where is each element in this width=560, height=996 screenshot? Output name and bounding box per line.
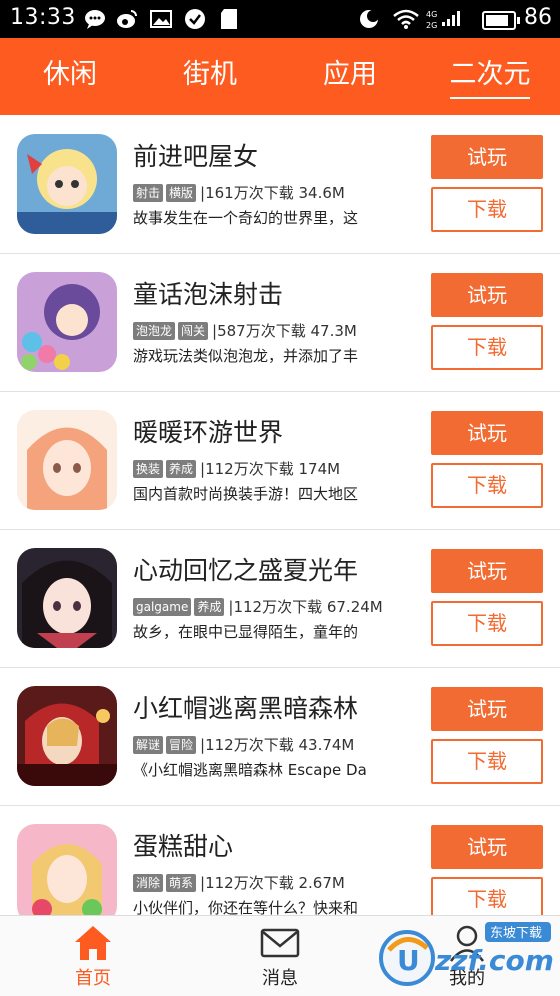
home-icon <box>75 926 111 960</box>
app-row[interactable]: 童话泡沫射击 泡泡龙 闯关 | 587万次下载 47.3M 游戏玩法类似泡泡龙，… <box>0 253 560 392</box>
app-meta: 换装 养成 | 112万次下载 174M <box>133 458 340 479</box>
status-time: 13:33 <box>10 5 76 30</box>
app-description: 《小红帽逃离黑暗森林 Escape Da <box>133 761 367 779</box>
nav-messages[interactable]: 消息 <box>187 916 373 996</box>
weibo-icon <box>117 10 137 28</box>
app-meta: 消除 萌系 | 112万次下载 2.67M <box>133 872 345 893</box>
app-tag: 射击 <box>133 183 164 202</box>
download-button[interactable]: 下载 <box>431 877 543 915</box>
app-meta: 泡泡龙 闯关 | 587万次下载 47.3M <box>133 320 357 341</box>
svg-text:U: U <box>397 944 420 977</box>
app-icon[interactable] <box>17 548 117 648</box>
app-tag: 养成 <box>194 597 225 616</box>
battery-icon <box>482 11 520 30</box>
app-title[interactable]: 心动回忆之盛夏光年 <box>133 551 358 587</box>
svg-text:东坡下载: 东坡下载 <box>490 926 542 941</box>
app-tag: 闯关 <box>178 321 209 340</box>
app-row[interactable]: 蛋糕甜心 消除 萌系 | 112万次下载 2.67M 小伙伴们，你还在等什么？快… <box>0 805 560 915</box>
try-button[interactable]: 试玩 <box>431 825 543 869</box>
app-row[interactable]: 前进吧屋女 射击 横版 | 161万次下载 34.6M 故事发生在一个奇幻的世界… <box>0 115 560 254</box>
app-tag: 泡泡龙 <box>133 321 176 340</box>
uzzf-watermark-logo: U 东坡下载 zzf.com <box>379 922 554 986</box>
download-button[interactable]: 下载 <box>431 187 543 232</box>
download-button[interactable]: 下载 <box>431 325 543 370</box>
try-button[interactable]: 试玩 <box>431 273 543 317</box>
app-icon[interactable] <box>17 824 117 915</box>
nav-home-label: 首页 <box>75 968 111 989</box>
app-tag: 横版 <box>166 183 197 202</box>
chat-bubble-icon <box>85 10 105 29</box>
app-title[interactable]: 前进吧屋女 <box>133 137 258 173</box>
app-description: 国内首款时尚换装手游！四大地区 <box>133 485 359 503</box>
app-title[interactable]: 童话泡沫射击 <box>133 275 283 311</box>
nav-home[interactable]: 首页 <box>0 916 186 996</box>
app-meta: 射击 横版 | 161万次下载 34.6M <box>133 182 345 203</box>
category-tabs: 休闲 街机 应用 二次元 <box>0 38 560 115</box>
app-row[interactable]: 心动回忆之盛夏光年 galgame 养成 | 112万次下载 67.24M 故乡… <box>0 529 560 668</box>
app-tag: galgame <box>133 597 192 616</box>
app-tag: 冒险 <box>166 735 197 754</box>
svg-text:zzf.com: zzf.com <box>434 944 554 977</box>
app-icon[interactable] <box>17 410 117 510</box>
wifi-icon <box>393 9 419 29</box>
try-button[interactable]: 试玩 <box>431 135 543 179</box>
try-button[interactable]: 试玩 <box>431 549 543 593</box>
app-description: 游戏玩法类似泡泡龙，并添加了丰 <box>133 347 359 365</box>
download-button[interactable]: 下载 <box>431 601 543 646</box>
check-circle-icon <box>185 9 205 29</box>
app-description: 故乡，在眼中已显得陌生，童年的 <box>133 623 359 641</box>
app-icon[interactable] <box>17 686 117 786</box>
tab-apps[interactable]: 应用 <box>280 38 420 115</box>
app-stats: 112万次下载 43.74M <box>205 736 355 754</box>
app-meta: 解谜 冒险 | 112万次下载 43.74M <box>133 734 354 755</box>
download-button[interactable]: 下载 <box>431 463 543 508</box>
try-button[interactable]: 试玩 <box>431 411 543 455</box>
app-row[interactable]: 小红帽逃离黑暗森林 解谜 冒险 | 112万次下载 43.74M 《小红帽逃离黑… <box>0 667 560 806</box>
app-stats: 112万次下载 67.24M <box>233 598 383 616</box>
tab-leisure[interactable]: 休闲 <box>0 38 140 115</box>
app-title[interactable]: 蛋糕甜心 <box>133 827 233 863</box>
moon-icon <box>360 10 379 28</box>
app-list: 前进吧屋女 射击 横版 | 161万次下载 34.6M 故事发生在一个奇幻的世界… <box>0 115 560 915</box>
app-stats: 112万次下载 174M <box>205 460 341 478</box>
app-title[interactable]: 暖暖环游世界 <box>133 413 283 449</box>
download-button[interactable]: 下载 <box>431 739 543 784</box>
battery-level: 86 <box>524 5 552 30</box>
app-row[interactable]: 暖暖环游世界 换装 养成 | 112万次下载 174M 国内首款时尚换装手游！四… <box>0 391 560 530</box>
app-description: 故事发生在一个奇幻的世界里，这 <box>133 209 359 227</box>
signal-icon: 4G2G <box>426 10 460 30</box>
app-tag: 养成 <box>166 459 197 478</box>
svg-text:4G: 4G <box>426 10 437 19</box>
sd-card-icon <box>221 9 237 29</box>
app-description: 小伙伴们，你还在等什么？快来和 <box>133 899 359 915</box>
tab-arcade[interactable]: 街机 <box>140 38 280 115</box>
app-icon[interactable] <box>17 134 117 234</box>
app-stats: 161万次下载 34.6M <box>205 184 345 202</box>
nav-messages-label: 消息 <box>262 968 298 989</box>
app-tag: 解谜 <box>133 735 164 754</box>
app-icon[interactable] <box>17 272 117 372</box>
svg-text:2G: 2G <box>426 21 437 30</box>
app-tag: 换装 <box>133 459 164 478</box>
app-title[interactable]: 小红帽逃离黑暗森林 <box>133 689 358 725</box>
app-tag: 消除 <box>133 873 164 892</box>
tab-anime[interactable]: 二次元 <box>420 38 560 115</box>
app-stats: 587万次下载 47.3M <box>217 322 357 340</box>
app-tag: 萌系 <box>166 873 197 892</box>
app-meta: galgame 养成 | 112万次下载 67.24M <box>133 596 383 617</box>
status-bar: 13:33 4G 2G 86 <box>0 0 560 38</box>
image-icon <box>150 10 172 28</box>
app-stats: 112万次下载 2.67M <box>205 874 345 892</box>
mail-icon <box>260 928 300 958</box>
try-button[interactable]: 试玩 <box>431 687 543 731</box>
